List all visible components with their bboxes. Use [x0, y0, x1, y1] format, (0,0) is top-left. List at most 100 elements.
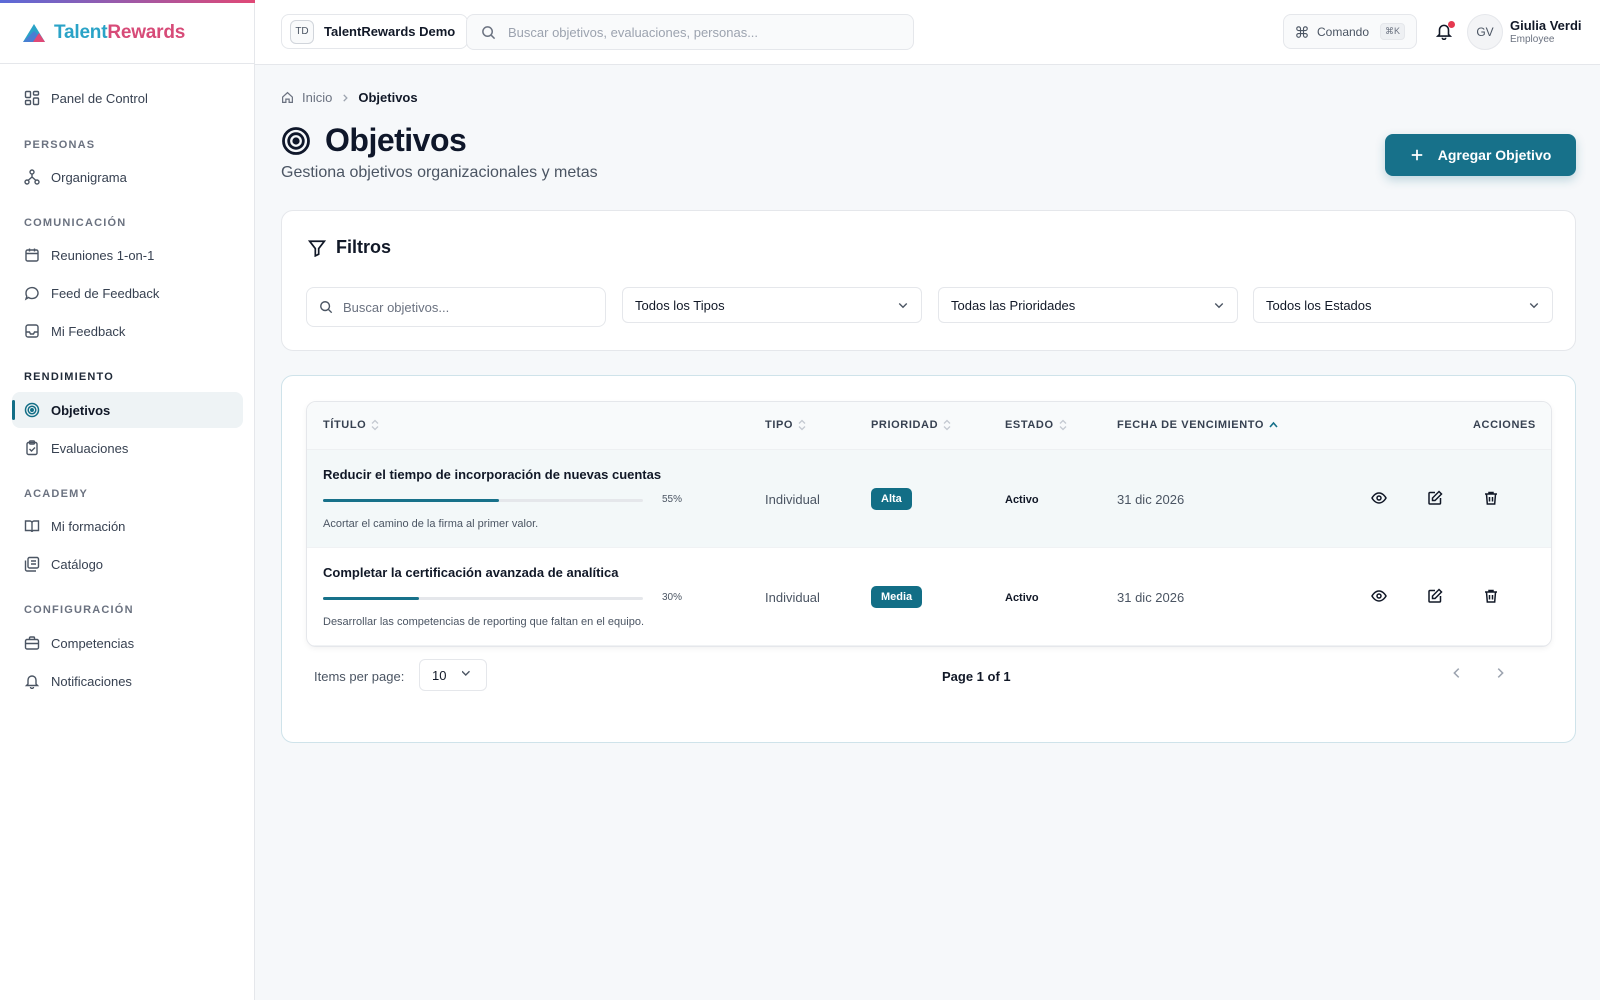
- column-header-label: TIPO: [765, 419, 794, 431]
- sidebar-item-objectives[interactable]: Objetivos: [12, 392, 243, 428]
- trash-icon: [1485, 491, 1497, 505]
- chevron-down-icon: [462, 670, 470, 676]
- edit-button[interactable]: [1427, 490, 1445, 508]
- app-logo[interactable]: TalentRewards: [22, 21, 185, 45]
- chevron-down-icon: [1214, 303, 1224, 309]
- edit-icon: [1428, 490, 1443, 505]
- top-bar: TD TalentRewards Demo Comando ⌘K GV Giul…: [255, 0, 1600, 65]
- orgchart-icon: [24, 169, 40, 185]
- sidebar-item-feedback-feed[interactable]: Feed de Feedback: [12, 275, 243, 311]
- add-objective-button[interactable]: Agregar Objetivo: [1385, 134, 1576, 176]
- table-row[interactable]: Completar la certificación avanzada de a…: [307, 548, 1551, 646]
- search-icon: [320, 301, 333, 314]
- objective-search-input[interactable]: [343, 299, 593, 315]
- delete-button[interactable]: [1483, 588, 1501, 606]
- items-per-page-select[interactable]: 10: [419, 659, 487, 691]
- column-header-due-date[interactable]: FECHA DE VENCIMIENTO: [1117, 419, 1278, 431]
- objectives-table-card: TÍTULO TIPO PRIORIDAD ESTADO FECHA DE VE…: [281, 375, 1576, 743]
- sidebar-item-label: Reuniones 1-on-1: [51, 247, 155, 263]
- priority-filter-value: Todas las Prioridades: [951, 297, 1076, 313]
- sidebar-item-label: Evaluaciones: [51, 440, 129, 456]
- sidebar-item-label: Mi Feedback: [51, 323, 126, 339]
- due-date: 31 dic 2026: [1117, 492, 1185, 507]
- column-header-type[interactable]: TIPO: [765, 419, 806, 431]
- sidebar-item-notifications[interactable]: Notificaciones: [12, 663, 243, 699]
- command-shortcut: ⌘K: [1380, 23, 1406, 40]
- section-label-people: PERSONAS: [24, 139, 96, 151]
- sidebar-item-label: Competencias: [51, 635, 135, 651]
- sidebar-item-meetings[interactable]: Reuniones 1-on-1: [12, 237, 243, 273]
- status-text: Activo: [1005, 494, 1039, 506]
- eye-icon: [1371, 492, 1387, 504]
- page-subtitle: Gestiona objetivos organizacionales y me…: [281, 164, 598, 181]
- previous-page-button[interactable]: [1450, 666, 1470, 686]
- column-header-label: ESTADO: [1005, 419, 1054, 431]
- view-button[interactable]: [1371, 490, 1389, 508]
- command-button[interactable]: Comando ⌘K: [1283, 14, 1417, 49]
- progress-label: 30%: [662, 592, 683, 603]
- sidebar-item-label: Catálogo: [51, 556, 104, 572]
- progress-fill: [323, 499, 499, 502]
- type-filter-select[interactable]: Todos los Tipos: [622, 287, 922, 323]
- sort-ascending-icon: [1269, 421, 1278, 428]
- sidebar-item-orgchart[interactable]: Organigrama: [12, 159, 243, 195]
- logo-icon: [23, 24, 45, 42]
- catalog-icon: [24, 556, 40, 572]
- sidebar-item-dashboard[interactable]: Panel de Control: [12, 80, 243, 116]
- status-text: Activo: [1005, 592, 1039, 604]
- sidebar-item-competencies[interactable]: Competencias: [12, 625, 243, 661]
- objective-title[interactable]: Completar la certificación avanzada de a…: [323, 565, 619, 580]
- filters-title: Filtros: [336, 237, 392, 257]
- sort-icon: [371, 419, 379, 431]
- plus-icon: [1411, 149, 1422, 161]
- priority-filter-select[interactable]: Todas las Prioridades: [938, 287, 1238, 323]
- sidebar: TalentRewards Panel de Control PERSONAS …: [0, 0, 255, 1000]
- command-icon: [1296, 25, 1308, 38]
- sidebar-item-catalog[interactable]: Catálogo: [12, 546, 243, 582]
- user-name[interactable]: Giulia Verdi: [1510, 18, 1582, 33]
- sort-icon: [798, 419, 806, 431]
- notifications-button[interactable]: [1435, 21, 1455, 42]
- breadcrumb-home[interactable]: Inicio: [302, 90, 332, 105]
- dashboard-icon: [24, 90, 40, 106]
- bell-icon: [24, 675, 40, 689]
- filters-heading: Filtros: [308, 237, 391, 258]
- chevron-down-icon: [898, 303, 908, 309]
- sidebar-item-my-training[interactable]: Mi formación: [12, 508, 243, 544]
- page-info: Page 1 of 1: [942, 669, 1011, 684]
- table-row[interactable]: Reducir el tiempo de incorporación de nu…: [307, 450, 1551, 548]
- progress-track: [323, 499, 643, 502]
- workspace-switcher[interactable]: TD TalentRewards Demo: [281, 14, 469, 49]
- breadcrumb: Inicio Objetivos: [281, 90, 418, 105]
- edit-icon: [1428, 588, 1443, 603]
- home-icon: [282, 91, 293, 103]
- section-label-academy: ACADEMY: [24, 488, 89, 500]
- next-page-button[interactable]: [1493, 666, 1513, 686]
- objective-type: Individual: [765, 492, 820, 507]
- avatar[interactable]: GV: [1467, 14, 1503, 50]
- column-header-status[interactable]: ESTADO: [1005, 419, 1067, 431]
- filters-card: Filtros Todos los Tipos Todas las Priori…: [281, 210, 1576, 351]
- sidebar-item-label: Panel de Control: [51, 90, 148, 106]
- workspace-badge: TD: [290, 19, 314, 44]
- objective-search[interactable]: [306, 287, 606, 327]
- chevron-left-icon: [1453, 668, 1460, 678]
- sidebar-item-my-feedback[interactable]: Mi Feedback: [12, 313, 243, 349]
- add-objective-label: Agregar Objetivo: [1437, 147, 1552, 163]
- column-header-title[interactable]: TÍTULO: [323, 419, 379, 431]
- status-filter-select[interactable]: Todos los Estados: [1253, 287, 1553, 323]
- delete-button[interactable]: [1483, 490, 1501, 508]
- column-header-priority[interactable]: PRIORIDAD: [871, 419, 951, 431]
- global-search[interactable]: [466, 14, 914, 50]
- notification-dot: [1448, 21, 1455, 28]
- section-label-settings: CONFIGURACIÓN: [24, 604, 134, 616]
- chevron-right-icon: [343, 93, 349, 102]
- global-search-input[interactable]: [508, 24, 888, 40]
- briefcase-icon: [24, 636, 40, 650]
- sidebar-item-evaluations[interactable]: Evaluaciones: [12, 430, 243, 466]
- clipboard-check-icon: [26, 440, 38, 456]
- edit-button[interactable]: [1427, 588, 1445, 606]
- view-button[interactable]: [1371, 588, 1389, 606]
- objective-title[interactable]: Reducir el tiempo de incorporación de nu…: [323, 467, 661, 482]
- due-date: 31 dic 2026: [1117, 590, 1185, 605]
